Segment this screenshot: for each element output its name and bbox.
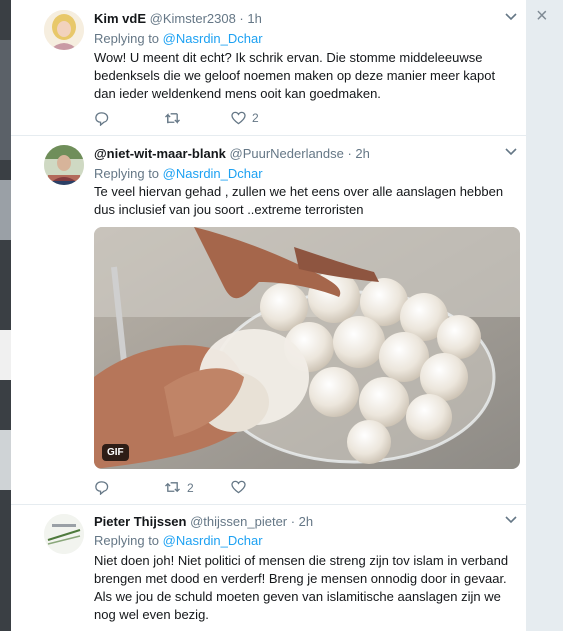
author-handle-time[interactable]: @PuurNederlandse · 2h [230,146,370,161]
author-handle-time[interactable]: @thijssen_pieter · 2h [190,514,313,529]
replying-to-link[interactable]: @Nasrdin_Dchar [163,533,263,548]
retweet-button[interactable] [164,111,187,126]
retweet-count: 2 [187,480,194,495]
tweet-actions: 2 [94,111,394,129]
replying-label: Replying to [94,31,160,46]
replying-to-link[interactable]: @Nasrdin_Dchar [163,31,263,46]
like-button[interactable] [231,480,252,494]
chevron-down-icon[interactable] [505,12,517,24]
replying-to-link[interactable]: @Nasrdin_Dchar [163,166,263,181]
retweet-button[interactable]: 2 [164,480,194,495]
avatar[interactable] [44,514,84,554]
replies-panel: Kim vdE @Kimster2308 · 1h Replying to @N… [11,0,526,631]
heart-icon [231,480,246,494]
tweet-text: Niet doen joh! Niet politici of mensen d… [94,553,509,622]
tweet[interactable]: Kim vdE @Kimster2308 · 1h Replying to @N… [11,0,526,136]
replying-label: Replying to [94,533,160,548]
gif-badge: GIF [102,444,129,461]
tweet-text: Te veel hiervan gehad , zullen we het ee… [94,184,504,217]
avatar[interactable] [44,10,84,50]
heart-icon [231,111,246,125]
author-name[interactable]: @niet-wit-maar-blank [94,146,226,161]
reply-icon [95,112,109,126]
background-left-strip [0,0,11,631]
background-right-strip: × [526,0,563,631]
chevron-down-icon[interactable] [505,147,517,159]
reply-button[interactable] [94,111,109,126]
garlic-bowl-image [94,227,520,469]
author-handle-time[interactable]: @Kimster2308 · 1h [150,11,262,26]
retweet-icon [165,113,180,124]
tweet-text: Wow! U meent dit echt? Ik schrik ervan. … [94,50,496,101]
gif-media[interactable]: GIF [94,227,520,469]
tweet-actions: 2 [94,480,394,498]
tweet[interactable]: @niet-wit-maar-blank @PuurNederlandse · … [11,135,526,505]
tweet[interactable]: Pieter Thijssen @thijssen_pieter · 2h Re… [11,504,526,631]
reply-icon [95,481,109,495]
retweet-icon [165,482,180,493]
replying-label: Replying to [94,166,160,181]
author-name[interactable]: Kim vdE [94,11,146,26]
author-name[interactable]: Pieter Thijssen [94,514,186,529]
chevron-down-icon[interactable] [505,515,517,527]
like-count: 2 [252,111,259,125]
reply-button[interactable] [94,480,109,495]
avatar[interactable] [44,145,84,185]
close-icon[interactable]: × [536,6,548,26]
like-button[interactable]: 2 [231,111,259,125]
